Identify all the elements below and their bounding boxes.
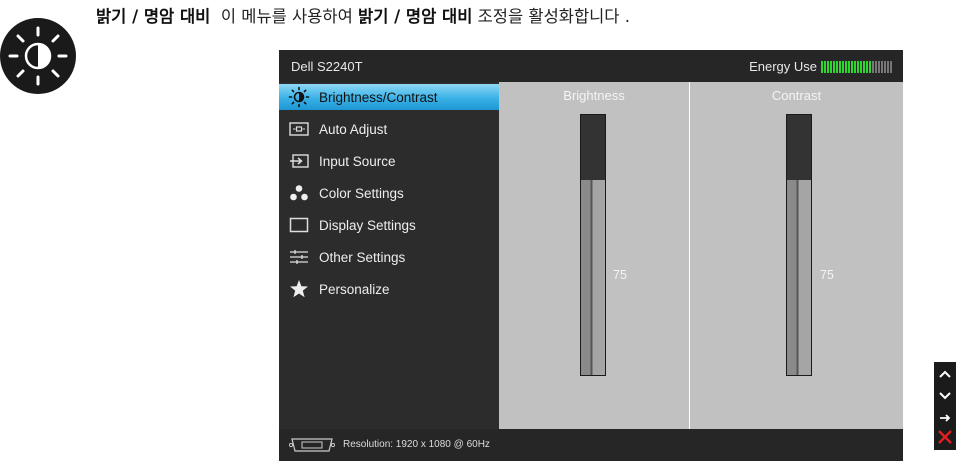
- energy-bar-segment: [857, 60, 859, 73]
- brightness-contrast-badge-icon: [0, 18, 76, 94]
- menu-item-display-settings[interactable]: Display Settings: [279, 212, 499, 238]
- down-arrow-icon: [938, 386, 952, 405]
- energy-bar-segment: [866, 60, 868, 73]
- energy-bar-segment: [887, 60, 889, 73]
- energy-bar-segment: [890, 60, 892, 73]
- color-settings-icon: [279, 184, 319, 202]
- enter-button[interactable]: [934, 406, 956, 428]
- slider-track-empty: [581, 115, 605, 180]
- up-arrow-icon: [938, 364, 952, 383]
- contrast-panel: Contrast 75: [690, 82, 903, 429]
- vga-connector-icon: [288, 438, 336, 455]
- energy-bar-segment: [854, 60, 856, 73]
- brightness-slider[interactable]: [580, 114, 606, 376]
- menu-item-label: Other Settings: [319, 249, 406, 265]
- heading-line: 밝기 / 명암 대비 이 메뉴를 사용하여 밝기 / 명암 대비 조정을 활성화…: [96, 3, 630, 27]
- osd-nav-buttons: [934, 362, 956, 450]
- energy-use-label: Energy Use: [749, 59, 817, 74]
- energy-bar-segment: [845, 60, 847, 73]
- down-button[interactable]: [934, 384, 956, 406]
- menu-item-label: Personalize: [319, 281, 390, 297]
- osd-header: Dell S2240T Energy Use: [279, 50, 903, 82]
- up-button[interactable]: [934, 362, 956, 384]
- auto-adjust-icon: [279, 121, 319, 137]
- energy-bar-segment: [842, 60, 844, 73]
- osd-main-menu: Brightness/Contrast Auto Adjust Input So…: [279, 82, 499, 429]
- energy-use-meter: Energy Use: [749, 59, 893, 74]
- display-settings-icon: [279, 217, 319, 233]
- menu-item-personalize[interactable]: Personalize: [279, 276, 499, 302]
- other-settings-icon: [279, 249, 319, 265]
- menu-item-other-settings[interactable]: Other Settings: [279, 244, 499, 270]
- energy-bar-segment: [824, 60, 826, 73]
- energy-bar-segment: [851, 60, 853, 73]
- brightness-label: Brightness: [563, 88, 625, 103]
- monitor-model: Dell S2240T: [291, 59, 363, 74]
- energy-bar-segment: [839, 60, 841, 73]
- contrast-label: Contrast: [771, 88, 822, 103]
- brightness-panel: Brightness 75: [499, 82, 689, 429]
- menu-item-input-source[interactable]: Input Source: [279, 148, 499, 174]
- menu-item-label: Auto Adjust: [319, 121, 388, 137]
- energy-bar-segment: [863, 60, 865, 73]
- osd-menu-window: Dell S2240T Energy Use Brightness/Contra…: [279, 50, 903, 461]
- exit-button[interactable]: [934, 428, 956, 450]
- input-source-icon: [279, 153, 319, 169]
- energy-bar-segment: [833, 60, 835, 73]
- slider-track-empty: [787, 115, 811, 180]
- energy-bar-segment: [827, 60, 829, 73]
- energy-bar-segment: [869, 60, 871, 73]
- menu-item-label: Display Settings: [319, 217, 416, 233]
- energy-bar-segment: [872, 60, 874, 73]
- resolution-text: Resolution: 1920 x 1080 @ 60Hz: [343, 439, 490, 450]
- energy-bar-segment: [848, 60, 850, 73]
- energy-bar-segment: [878, 60, 880, 73]
- energy-bar-segment: [836, 60, 838, 73]
- energy-bar-segment: [821, 60, 823, 73]
- osd-footer: Resolution: 1920 x 1080 @ 60Hz: [279, 429, 903, 461]
- menu-item-brightness-contrast[interactable]: Brightness/Contrast: [279, 84, 499, 110]
- heading-text-bold: 밝기 / 명암 대비: [358, 7, 473, 26]
- close-icon: [937, 429, 953, 449]
- right-arrow-icon: [938, 408, 952, 427]
- star-icon: [279, 279, 319, 299]
- heading-text-after: 조정을 활성화합니다 .: [472, 7, 630, 26]
- heading-title: 밝기 / 명암 대비: [96, 7, 211, 26]
- energy-bar-segment: [860, 60, 862, 73]
- energy-bar-segment: [881, 60, 883, 73]
- energy-bar-segment: [884, 60, 886, 73]
- slider-fill: [581, 180, 605, 375]
- slider-fill: [787, 180, 811, 375]
- energy-bars: [821, 60, 893, 73]
- menu-item-label: Input Source: [319, 153, 396, 169]
- energy-bar-segment: [830, 60, 832, 73]
- menu-item-auto-adjust[interactable]: Auto Adjust: [279, 116, 499, 142]
- contrast-value: 75: [820, 268, 834, 282]
- menu-item-color-settings[interactable]: Color Settings: [279, 180, 499, 206]
- menu-item-label: Brightness/Contrast: [319, 89, 438, 105]
- contrast-slider[interactable]: [786, 114, 812, 376]
- menu-item-label: Color Settings: [319, 185, 404, 201]
- brightness-icon: [279, 86, 319, 108]
- energy-bar-segment: [875, 60, 877, 73]
- heading-text-before: 이 메뉴를 사용하여: [220, 7, 359, 26]
- brightness-value: 75: [613, 268, 627, 282]
